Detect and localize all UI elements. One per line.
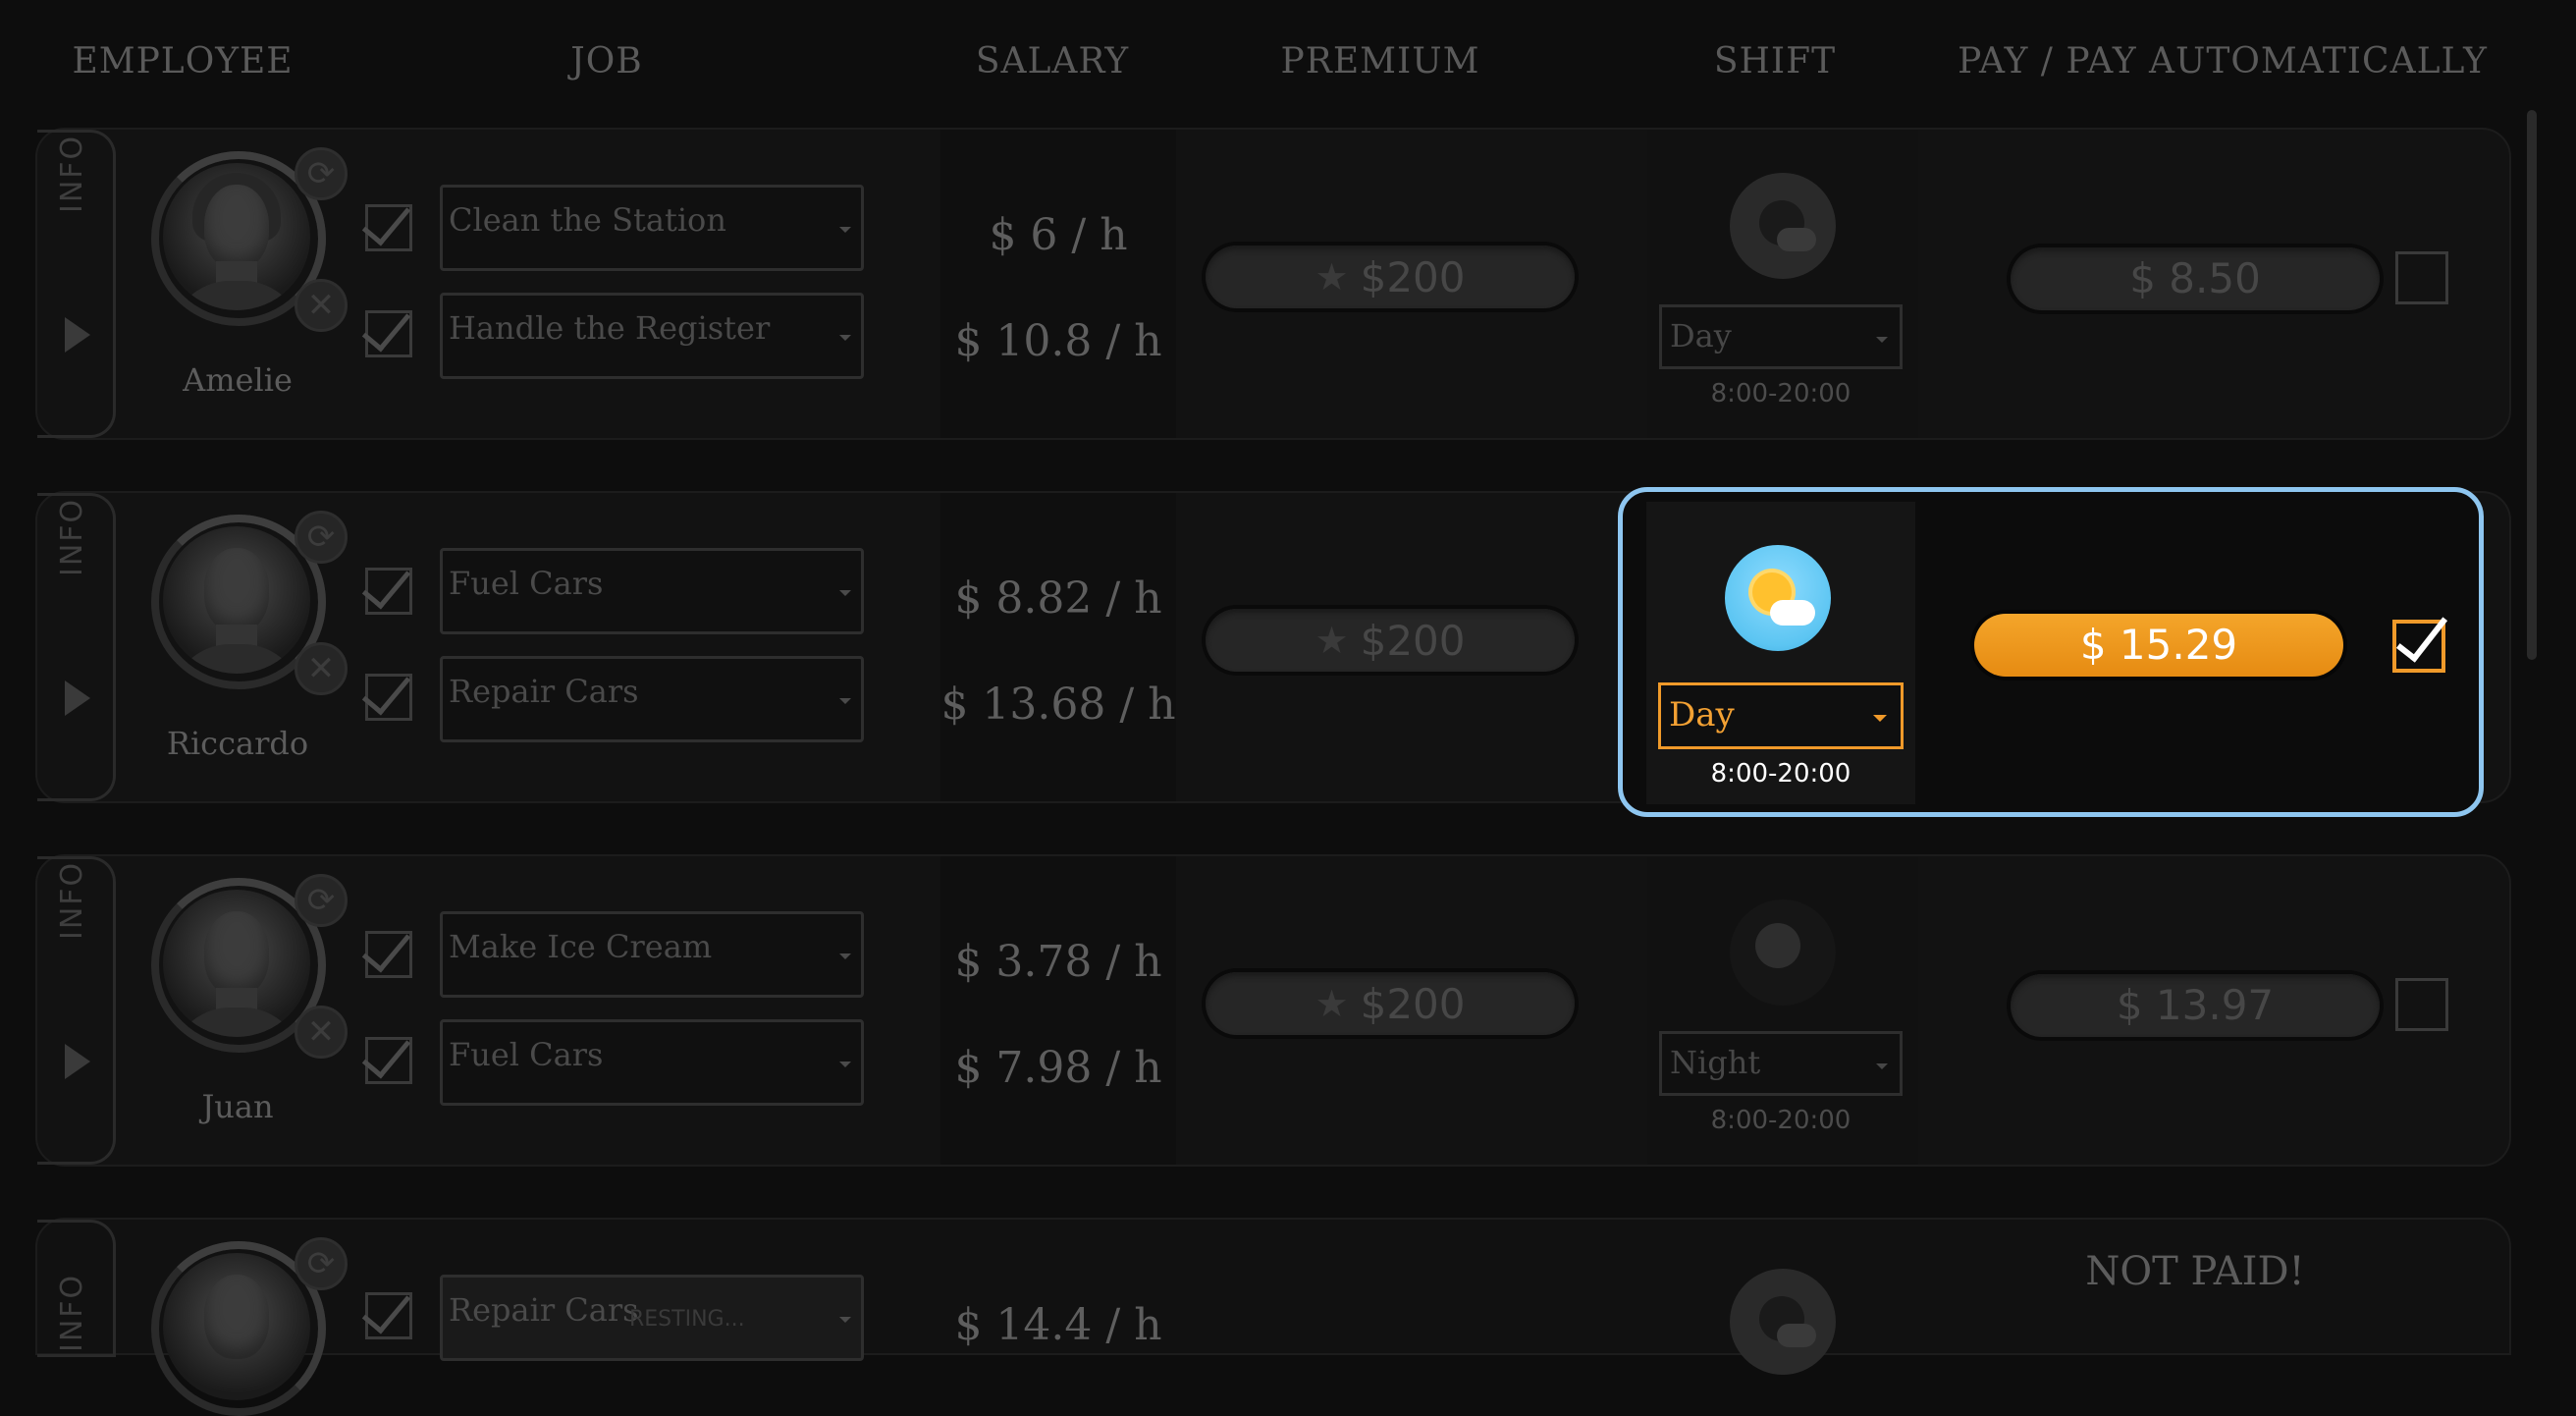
employee-name: Juan xyxy=(201,1088,274,1125)
shift-select[interactable]: Day xyxy=(1659,304,1903,369)
chevron-down-icon xyxy=(839,698,851,704)
job-select[interactable]: Handle the Register xyxy=(440,293,864,379)
employee-row: INFO ⟳ ✕ Juan Make Ice Cream Fuel Cars $… xyxy=(35,854,2511,1167)
job-checkbox[interactable] xyxy=(361,558,412,615)
info-tab[interactable]: INFO xyxy=(37,493,116,801)
shift-time: 8:00-20:00 xyxy=(1710,759,1852,789)
star-icon: ★ xyxy=(1315,619,1349,662)
job-select[interactable]: Repair Cars RESTING... xyxy=(440,1275,864,1361)
chevron-down-icon xyxy=(839,227,851,233)
info-tab[interactable]: INFO xyxy=(37,1220,116,1357)
avatar xyxy=(163,526,310,674)
employee-name: Riccardo xyxy=(166,725,309,762)
chevron-down-icon xyxy=(839,1062,851,1067)
avatar xyxy=(163,1253,310,1400)
premium-button[interactable]: ★ $200 xyxy=(1206,245,1575,308)
premium-button[interactable]: ★ $200 xyxy=(1206,609,1575,672)
expand-arrow-icon[interactable] xyxy=(65,317,90,353)
pay-button[interactable]: $ 15.29 xyxy=(1974,614,2343,677)
header-pay: PAY / PAY AUTOMATICALLY xyxy=(1958,41,2488,82)
reroll-icon[interactable]: ⟳ xyxy=(295,1237,348,1290)
header-job: JOB xyxy=(570,41,643,82)
chevron-down-icon xyxy=(1876,337,1888,343)
header-premium: PREMIUM xyxy=(1280,41,1480,82)
chevron-down-icon xyxy=(839,590,851,596)
header-shift: SHIFT xyxy=(1713,41,1837,82)
scrollbar[interactable] xyxy=(2527,110,2537,660)
job-checkbox[interactable] xyxy=(361,664,412,721)
reroll-icon[interactable]: ⟳ xyxy=(295,874,348,927)
salary-value: $ 7.98 / h xyxy=(954,1043,1162,1093)
avatar xyxy=(163,163,310,310)
job-checkbox[interactable] xyxy=(361,1282,412,1339)
info-label: INFO xyxy=(55,497,89,576)
info-label: INFO xyxy=(55,860,89,940)
job-select[interactable]: Repair Cars xyxy=(440,656,864,742)
close-icon[interactable]: ✕ xyxy=(295,642,348,695)
info-tab[interactable]: INFO xyxy=(37,856,116,1165)
salary-value: $ 3.78 / h xyxy=(954,937,1162,987)
pay-automatically-checkbox[interactable] xyxy=(2395,978,2448,1031)
employee-name: Amelie xyxy=(183,361,293,399)
chevron-down-icon xyxy=(1873,715,1887,722)
star-icon: ★ xyxy=(1315,982,1349,1025)
not-paid-label: NOT PAID! xyxy=(2085,1249,2305,1294)
job-checkbox[interactable] xyxy=(361,921,412,978)
job-checkbox[interactable] xyxy=(361,300,412,357)
highlighted-shift-pay-panel: Day 8:00-20:00 $ 15.29 xyxy=(1618,487,2484,817)
expand-arrow-icon[interactable] xyxy=(65,681,90,716)
chevron-down-icon xyxy=(839,1317,851,1323)
resting-label: RESTING... xyxy=(629,1307,745,1332)
job-checkbox[interactable] xyxy=(361,1027,412,1084)
night-cloud-icon xyxy=(1730,173,1836,279)
night-cloud-icon xyxy=(1730,1269,1836,1375)
chevron-down-icon xyxy=(839,953,851,959)
job-select[interactable]: Fuel Cars xyxy=(440,548,864,634)
salary-panel xyxy=(940,856,1176,1165)
shift-panel: Day 8:00-20:00 xyxy=(1646,502,1915,804)
premium-button[interactable]: ★ $200 xyxy=(1206,972,1575,1035)
salary-value: $ 13.68 / h xyxy=(940,680,1176,730)
shift-time: 8:00-20:00 xyxy=(1710,379,1852,408)
salary-value: $ 8.82 / h xyxy=(954,573,1162,624)
header-salary: SALARY xyxy=(975,41,1130,82)
chevron-down-icon xyxy=(1876,1063,1888,1069)
chevron-down-icon xyxy=(839,335,851,341)
checkmark-icon xyxy=(2395,606,2448,663)
close-icon[interactable]: ✕ xyxy=(295,1006,348,1059)
avatar xyxy=(163,890,310,1037)
reroll-icon[interactable]: ⟳ xyxy=(295,511,348,564)
employee-row: INFO ⟳ ✕ Amelie Clean the Station Handle… xyxy=(35,128,2511,440)
salary-value: $ 6 / h xyxy=(989,210,1128,260)
pay-automatically-checkbox[interactable] xyxy=(2392,606,2448,673)
job-checkbox[interactable] xyxy=(361,194,412,251)
salary-value: $ 10.8 / h xyxy=(954,316,1162,366)
moon-stars-icon xyxy=(1730,899,1836,1006)
pay-automatically-checkbox[interactable] xyxy=(2395,251,2448,304)
header-employee: EMPLOYEE xyxy=(72,41,294,82)
job-select[interactable]: Clean the Station xyxy=(440,185,864,271)
close-icon[interactable]: ✕ xyxy=(295,279,348,332)
shift-time: 8:00-20:00 xyxy=(1710,1106,1852,1135)
salary-panel xyxy=(940,493,1176,801)
shift-select[interactable]: Day xyxy=(1658,682,1904,749)
info-label: INFO xyxy=(55,134,89,213)
salary-panel xyxy=(940,130,1176,438)
shift-select[interactable]: Night xyxy=(1659,1031,1903,1096)
job-select[interactable]: Fuel Cars xyxy=(440,1019,864,1106)
reroll-icon[interactable]: ⟳ xyxy=(295,147,348,200)
salary-value: $ 14.4 / h xyxy=(954,1300,1162,1350)
pay-button[interactable]: $ 8.50 xyxy=(2011,247,2380,310)
employee-row: INFO ⟳ Repair Cars RESTING... $ 14.4 / h… xyxy=(35,1218,2511,1416)
sun-cloud-icon xyxy=(1725,545,1831,651)
info-tab[interactable]: INFO xyxy=(37,130,116,438)
pay-button[interactable]: $ 13.97 xyxy=(2011,974,2380,1037)
star-icon: ★ xyxy=(1315,255,1349,299)
job-select[interactable]: Make Ice Cream xyxy=(440,911,864,998)
expand-arrow-icon[interactable] xyxy=(65,1044,90,1079)
info-label: INFO xyxy=(55,1273,89,1352)
